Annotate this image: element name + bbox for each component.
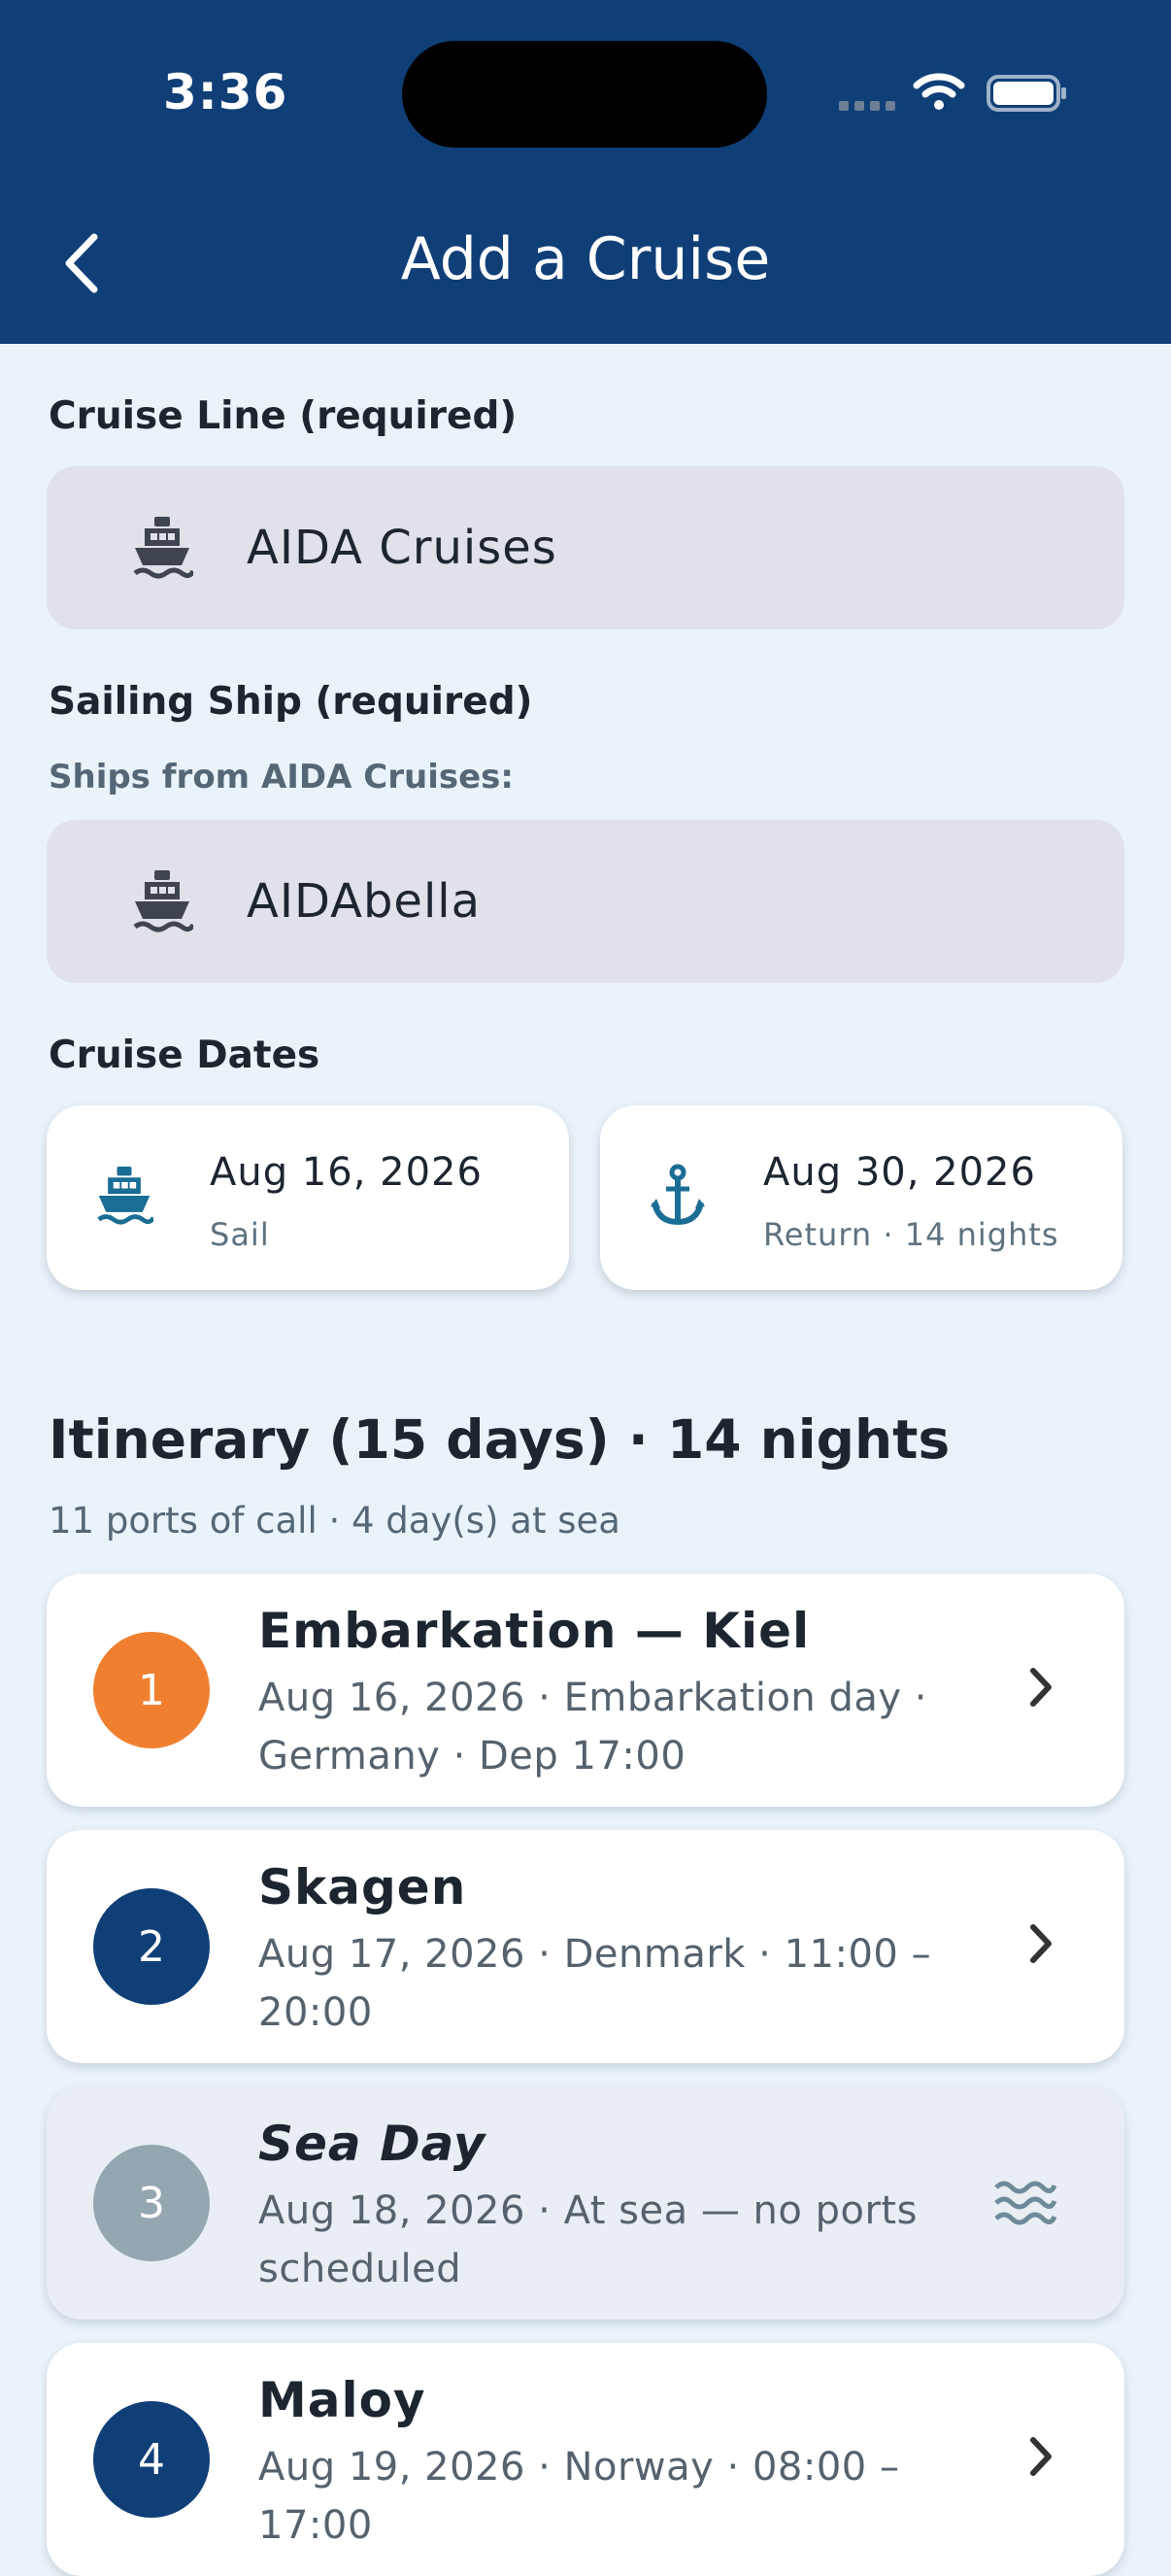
cellular-signal-icon: [839, 101, 895, 111]
stop-number-badge: 4: [93, 2401, 210, 2518]
chevron-right-icon: [1030, 1668, 1052, 1707]
stop-name: Sea Day: [258, 2116, 486, 2172]
return-date: Aug 30, 2026: [763, 1150, 1036, 1195]
stop-details: Aug 16, 2026 · Embarkation day · Germany…: [258, 1676, 927, 1779]
itinerary-stop-2[interactable]: 2 Skagen Aug 17, 2026 · Denmark · 11:00 …: [47, 1830, 1124, 2063]
ship-icon: [128, 868, 196, 934]
wifi-icon: [913, 73, 965, 110]
stop-name: Skagen: [258, 1859, 467, 1915]
ship-icon: [95, 1164, 156, 1232]
ship-sublabel: Ships from AIDA Cruises:: [49, 758, 514, 797]
cruise-line-value: AIDA Cruises: [247, 521, 557, 575]
ship-picker[interactable]: AIDAbella: [47, 820, 1124, 983]
page-title: Add a Cruise: [400, 225, 771, 293]
chevron-right-icon: [1030, 2437, 1052, 2476]
itinerary-stop-1[interactable]: 1 Embarkation — Kiel Aug 16, 2026 · Emba…: [47, 1574, 1124, 1807]
cruise-line-label: Cruise Line (required): [49, 394, 518, 438]
ship-value: AIDAbella: [247, 874, 482, 929]
status-time: 3:36: [163, 64, 288, 120]
dynamic-island: [402, 41, 767, 148]
chevron-right-icon: [1030, 1924, 1052, 1963]
return-date-card[interactable]: Aug 30, 2026 Return · 14 nights: [600, 1105, 1122, 1290]
stop-number-badge: 3: [93, 2145, 210, 2261]
stop-number-badge: 2: [93, 1888, 210, 2005]
stop-details: Aug 18, 2026 · At sea — no ports schedul…: [258, 2188, 918, 2291]
waves-icon: [994, 2181, 1056, 2225]
cruise-dates-label: Cruise Dates: [49, 1034, 320, 1077]
itinerary-summary: 11 ports of call · 4 day(s) at sea: [49, 1500, 620, 1542]
anchor-icon: [649, 1164, 707, 1232]
stop-number-badge: 1: [93, 1632, 210, 1748]
stop-name: Maloy: [258, 2372, 426, 2428]
itinerary-stop-3[interactable]: 3 Sea Day Aug 18, 2026 · At sea — no por…: [47, 2086, 1124, 2320]
itinerary-title: Itinerary (15 days) · 14 nights: [49, 1408, 951, 1471]
itinerary-stop-4[interactable]: 4 Maloy Aug 19, 2026 · Norway · 08:00 – …: [47, 2343, 1124, 2576]
sail-caption: Sail: [210, 1216, 270, 1253]
battery-icon: [987, 75, 1066, 112]
ship-icon: [128, 515, 196, 581]
nav-header: 3:36 Add a Cruise: [0, 0, 1171, 344]
stop-name: Embarkation — Kiel: [258, 1603, 811, 1659]
cruise-line-picker[interactable]: AIDA Cruises: [47, 466, 1124, 629]
ship-label: Sailing Ship (required): [49, 680, 533, 724]
stop-details: Aug 19, 2026 · Norway · 08:00 – 17:00: [258, 2445, 900, 2548]
sail-date: Aug 16, 2026: [210, 1150, 483, 1195]
return-caption: Return · 14 nights: [763, 1216, 1059, 1253]
stop-details: Aug 17, 2026 · Denmark · 11:00 – 20:00: [258, 1932, 932, 2035]
sail-date-card[interactable]: Aug 16, 2026 Sail: [47, 1105, 569, 1290]
